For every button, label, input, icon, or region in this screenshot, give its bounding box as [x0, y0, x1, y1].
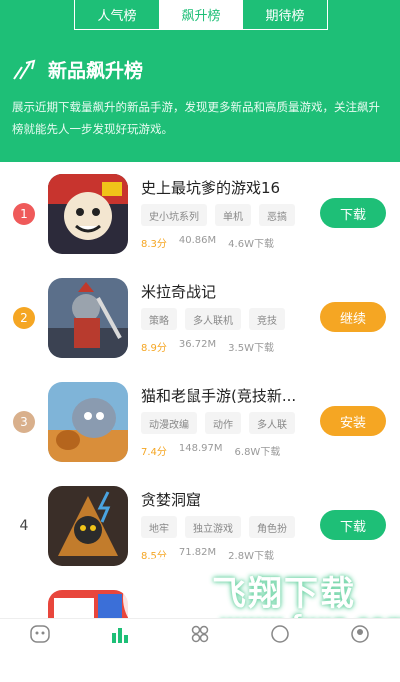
app-size: 148.97M [178, 443, 223, 454]
app-icon[interactable] [48, 278, 128, 358]
rank-badge: 1 [13, 203, 35, 225]
nav-item-discover[interactable] [240, 619, 320, 659]
app-tag: 动漫改编 [141, 412, 197, 434]
bottom-nav [0, 618, 400, 659]
hero-title: 新品飙升榜 [12, 56, 143, 83]
watermark-text: 飞翔下载 [212, 574, 356, 614]
app-score: 8.9分 [141, 343, 167, 354]
app-tag: 多人联机 [185, 308, 241, 330]
app-icon[interactable] [48, 382, 128, 462]
app-size: 36.72M [178, 339, 217, 350]
app-name[interactable]: 贪婪洞窟 [141, 489, 201, 510]
tab-expected[interactable]: 期待榜 [243, 0, 327, 29]
app-size: 40.86M [178, 235, 217, 246]
app-icon[interactable] [48, 486, 128, 566]
app-meta: 7.4分 148.97M 6.8W下载 [141, 443, 280, 458]
hero-title-text: 新品飙升榜 [48, 60, 144, 82]
download-button[interactable]: 下载 [320, 198, 386, 228]
bar-chart-icon [112, 628, 128, 643]
app-tags: 动漫改编 动作 多人联 [141, 412, 303, 434]
app-tags: 策略 多人联机 竞技 [141, 308, 293, 330]
nav-item-profile[interactable] [320, 619, 400, 659]
app-tag: 策略 [141, 308, 177, 330]
app-meta: 8.9分 36.72M 3.5W下载 [141, 339, 274, 354]
app-name[interactable]: 猫和老鼠手游(竞技新... [141, 385, 296, 406]
game-face-icon [30, 625, 50, 643]
rank-badge: 3 [13, 411, 35, 433]
app-tag: 独立游戏 [185, 516, 241, 538]
install-button[interactable]: 安装 [320, 406, 386, 436]
download-button[interactable]: 下载 [320, 510, 386, 540]
app-tag: 动作 [205, 412, 241, 434]
nav-item-ranking[interactable] [80, 619, 160, 659]
app-downloads: 3.5W下载 [228, 343, 274, 354]
app-downloads: 4.6W下载 [228, 239, 274, 250]
hero-description: 展示近期下载量飙升的新品手游，发现更多新品和高质量游戏，关注飙升榜就能先人一步发… [12, 100, 380, 136]
list-item[interactable]: 1 史上最坑爹的游戏16 史小坑系列 单机 恶搞 8.3分 40.86M 4.6… [0, 162, 400, 266]
grid-icon [191, 625, 209, 643]
tab-popular[interactable]: 人气榜 [75, 0, 159, 29]
header-banner: 人气榜 飙升榜 期待榜 新品飙升榜 展示近期下载量飙升的新品手游，发现更多新品和… [0, 0, 400, 162]
trend-up-icon [13, 59, 36, 80]
app-downloads: 6.8W下载 [234, 447, 281, 458]
rank-badge: 4 [19, 518, 29, 534]
app-meta: 8.3分 40.86M 4.6W下载 [141, 235, 274, 250]
ranking-tabs: 人气榜 飙升榜 期待榜 [74, 0, 328, 30]
nav-item-category[interactable] [160, 619, 240, 659]
app-name[interactable]: 米拉奇战记 [141, 281, 216, 302]
app-tag: 恶搞 [259, 204, 295, 226]
user-icon [351, 625, 369, 643]
tab-rising[interactable]: 飙升榜 [159, 0, 243, 29]
app-tag: 多人联 [249, 412, 295, 434]
list-item[interactable]: 2 米拉奇战记 策略 多人联机 竞技 8.9分 36.72M 3.5W下载 继续 [0, 266, 400, 370]
app-tag: 史小坑系列 [141, 204, 207, 226]
app-name[interactable]: 史上最坑爹的游戏16 [141, 177, 280, 198]
rank-badge: 2 [13, 307, 35, 329]
app-score: 8.3分 [141, 239, 167, 250]
nav-item-home[interactable] [0, 619, 80, 659]
app-tag: 竞技 [249, 308, 285, 330]
continue-button[interactable]: 继续 [320, 302, 386, 332]
compass-icon [271, 625, 289, 643]
app-tag: 单机 [215, 204, 251, 226]
app-score: 7.4分 [141, 447, 167, 458]
app-tag: 角色扮 [249, 516, 295, 538]
app-icon[interactable] [48, 174, 128, 254]
app-tags: 地牢 独立游戏 角色扮 [141, 516, 303, 538]
app-tags: 史小坑系列 单机 恶搞 [141, 204, 303, 226]
app-tag: 地牢 [141, 516, 177, 538]
list-item[interactable]: 3 猫和老鼠手游(竞技新... 动漫改编 动作 多人联 7.4分 148.97M… [0, 370, 400, 474]
